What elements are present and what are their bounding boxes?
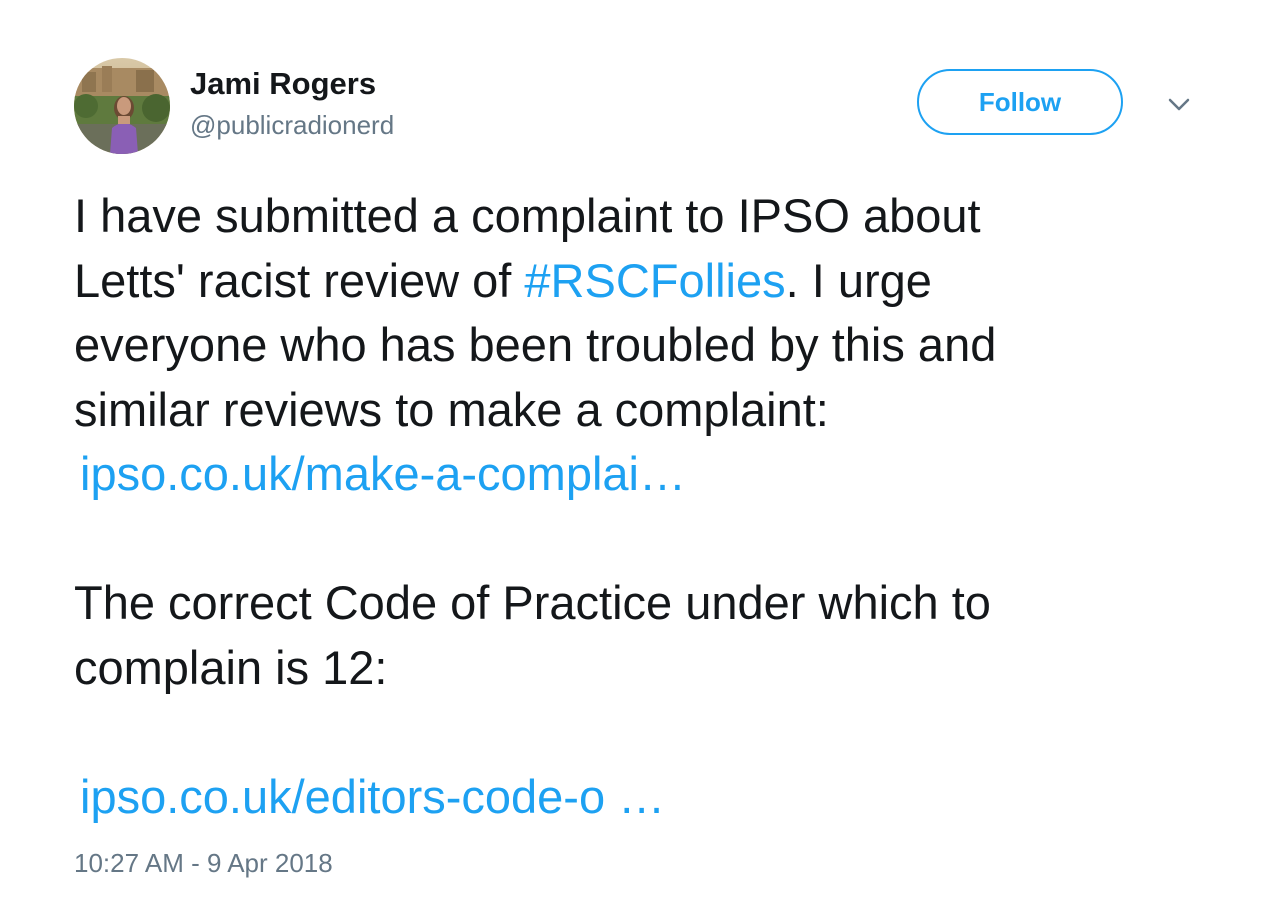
follow-button[interactable]: Follow (917, 69, 1123, 135)
chevron-down-icon[interactable] (1166, 92, 1192, 118)
tweet-line: The correct Code of Practice under which… (74, 576, 991, 629)
author-name[interactable]: Jami Rogers (190, 66, 376, 102)
avatar[interactable] (74, 58, 170, 154)
tweet-line: ipso.co.uk/make-a-complai… (74, 442, 1224, 507)
tweet-line: similar reviews to make a complaint: (74, 382, 829, 436)
tweet-text-segment: Letts' racist review of (74, 253, 525, 307)
tweet-line: ipso.co.uk/editors-code-o … (74, 765, 1224, 830)
editors-code-link[interactable]: ipso.co.uk/editors-code-o … (80, 770, 665, 823)
tweet-timestamp[interactable]: 10:27 AM - 9 Apr 2018 (74, 848, 333, 879)
author-handle[interactable]: @publicradionerd (190, 110, 394, 141)
tweet-line: everyone who has been troubled by this a… (74, 318, 997, 371)
tweet-text-segment: . I urge (785, 253, 932, 307)
tweet-line: complain is 12: (74, 640, 388, 694)
tweet-card: Jami Rogers @publicradionerd Follow I ha… (0, 0, 1272, 904)
tweet-line: I have submitted a complaint to IPSO abo… (74, 189, 981, 242)
tweet-line: Letts' racist review of #RSCFollies. I u… (74, 249, 1224, 314)
avatar-photo (74, 58, 170, 154)
hashtag-link[interactable]: #RSCFollies (524, 254, 785, 307)
complaint-link[interactable]: ipso.co.uk/make-a-complai… (80, 447, 686, 500)
tweet-text: I have submitted a complaint to IPSO abo… (74, 184, 1224, 829)
